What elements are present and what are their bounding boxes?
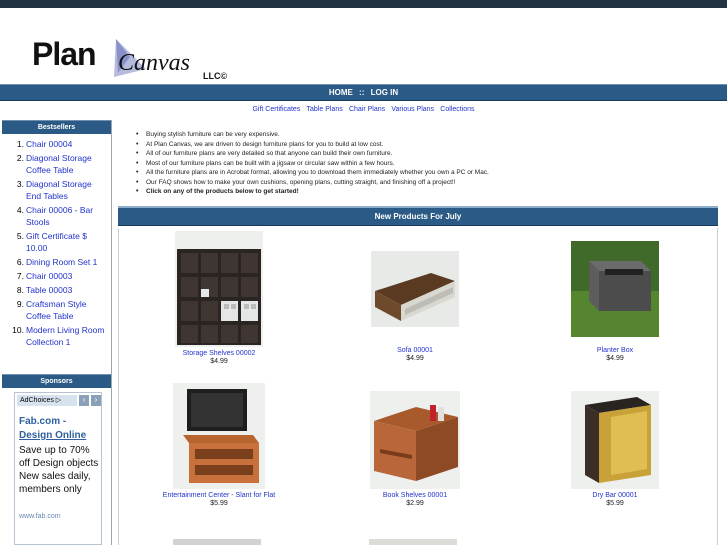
category-table-plans[interactable]: Table Plans: [307, 106, 343, 113]
product-name-link[interactable]: Planter Box: [515, 347, 715, 354]
logo-script[interactable]: Canvas: [118, 50, 190, 77]
product-card[interactable]: Sofa 00001 $4.99: [315, 251, 515, 362]
bestseller-link[interactable]: Dining Room Set 1: [26, 256, 97, 268]
ad-body[interactable]: Save up to 70% off Design objects New sa…: [19, 444, 101, 496]
bestseller-link[interactable]: Chair 00004: [26, 138, 72, 150]
category-various-plans[interactable]: Various Plans: [391, 106, 434, 113]
item-number: 6.: [16, 257, 24, 267]
ad-next-button[interactable]: ›: [91, 395, 101, 406]
product-card[interactable]: Entertainment Center - Slant for Flat $5…: [119, 383, 319, 507]
product-price: $4.99: [406, 355, 424, 362]
category-collections[interactable]: Collections: [440, 106, 474, 113]
nav-home[interactable]: HOME: [329, 88, 353, 97]
list-item: 10. Modern Living Room Collection 1: [4, 324, 109, 348]
nav-separator: ::: [359, 88, 365, 97]
item-number: 8.: [16, 285, 24, 295]
header-logo-area: Plan Canvas LLC©: [0, 8, 727, 84]
bestsellers-heading: Bestsellers: [2, 120, 111, 134]
product-grid: Storage Shelves 00002 $4.99 Sofa 00001 $…: [118, 228, 718, 545]
intro-item: All the furniture plans are in Acrobat f…: [136, 168, 718, 178]
bestseller-link[interactable]: Modern Living Room Collection 1: [26, 324, 109, 348]
list-item: 6. Dining Room Set 1: [4, 256, 109, 268]
product-name-link[interactable]: Book Shelves 00001: [315, 492, 515, 499]
entertainment-center-image[interactable]: [173, 383, 265, 489]
item-number: 7.: [16, 271, 24, 281]
logo-word[interactable]: Plan: [32, 36, 97, 73]
product-card[interactable]: Planter Box $4.99: [515, 241, 715, 362]
main-nav: HOME :: LOG IN: [0, 84, 727, 101]
category-chair-plans[interactable]: Chair Plans: [349, 106, 385, 113]
category-gift-certificates[interactable]: Gift Certificates: [252, 106, 300, 113]
product-name-link[interactable]: Entertainment Center - Slant for Flat: [119, 492, 319, 499]
bestseller-link[interactable]: Craftsman Style Coffee Table: [26, 298, 109, 322]
bestseller-link[interactable]: Gift Certificate $ 10.00: [26, 230, 109, 254]
intro-item: At Plan Canvas, we are driven to design …: [136, 140, 718, 150]
book-shelves-image[interactable]: [370, 391, 460, 489]
logo-llc: LLC©: [203, 71, 228, 81]
product-price: $4.99: [606, 355, 624, 362]
dry-bar-image[interactable]: [571, 391, 659, 489]
ad-url[interactable]: www.fab.com: [19, 513, 61, 520]
intro-item: Most of our furniture plans can be built…: [136, 159, 718, 169]
nav-login[interactable]: LOG IN: [371, 88, 399, 97]
bestseller-link[interactable]: Table 00003: [26, 284, 72, 296]
list-item: 4. Chair 00006 - Bar Stools: [4, 204, 109, 228]
list-item: 1. Chair 00004: [4, 138, 109, 150]
product-card[interactable]: Dry Bar 00001 $5.99: [515, 391, 715, 507]
list-item: 9. Craftsman Style Coffee Table: [4, 298, 109, 322]
bestseller-link[interactable]: Diagonal Storage End Tables: [26, 178, 109, 202]
item-number: 10.: [12, 325, 24, 335]
list-item: 7. Chair 00003: [4, 270, 109, 282]
planter-box-image[interactable]: [571, 241, 659, 337]
product-image-partial[interactable]: [369, 539, 457, 545]
bestseller-link[interactable]: Chair 00006 - Bar Stools: [26, 204, 109, 228]
adchoices-label[interactable]: AdChoices ▷: [17, 395, 77, 406]
product-name-link[interactable]: Dry Bar 00001: [515, 492, 715, 499]
product-name-link[interactable]: Sofa 00001: [315, 347, 515, 354]
product-price: $4.99: [210, 358, 228, 365]
product-card[interactable]: Storage Shelves 00002 $4.99: [119, 231, 319, 365]
product-name-link[interactable]: Storage Shelves 00002: [119, 350, 319, 357]
item-number: 9.: [16, 299, 24, 309]
list-item: 8. Table 00003: [4, 284, 109, 296]
item-number: 5.: [16, 231, 24, 241]
item-number: 4.: [16, 205, 24, 215]
sidebar: Bestsellers 1. Chair 00004 2. Diagonal Sto…: [2, 120, 112, 545]
item-number: 3.: [16, 179, 24, 189]
intro-item-cta: Click on any of the products below to ge…: [136, 187, 718, 197]
ad-prev-button[interactable]: ‹: [79, 395, 89, 406]
category-nav: Gift Certificates Table Plans Chair Plan…: [0, 102, 727, 118]
ad-title-line2[interactable]: Design Online: [19, 429, 101, 443]
product-price: $5.99: [606, 500, 624, 507]
ad-title[interactable]: Fab.com - Design Online: [19, 415, 101, 443]
storage-shelves-image[interactable]: [175, 231, 263, 347]
list-item: 3. Diagonal Storage End Tables: [4, 178, 109, 202]
bestsellers-list: 1. Chair 00004 2. Diagonal Storage Coffee …: [2, 134, 111, 356]
bestseller-link[interactable]: Chair 00003: [26, 270, 72, 282]
product-card[interactable]: Book Shelves 00001 $2.99: [315, 391, 515, 507]
intro-item: All of our furniture plans are very deta…: [136, 149, 718, 159]
product-price: $5.99: [210, 500, 228, 507]
ad-title-line1[interactable]: Fab.com -: [19, 415, 101, 429]
list-item: 2. Diagonal Storage Coffee Table: [4, 152, 109, 176]
main-content: Buying stylish furniture can be very exp…: [118, 120, 718, 545]
intro-item: Buying stylish furniture can be very exp…: [136, 130, 718, 140]
new-products-heading: New Products For July: [118, 206, 718, 226]
item-number: 1.: [16, 139, 24, 149]
bestseller-link[interactable]: Diagonal Storage Coffee Table: [26, 152, 109, 176]
sponsor-ad[interactable]: AdChoices ▷ ‹ › Fab.com - Design Online …: [14, 392, 102, 545]
list-item: 5. Gift Certificate $ 10.00: [4, 230, 109, 254]
product-image-partial[interactable]: [173, 539, 261, 545]
item-number: 2.: [16, 153, 24, 163]
product-price: $2.99: [406, 500, 424, 507]
intro-list: Buying stylish furniture can be very exp…: [118, 120, 718, 197]
sofa-image[interactable]: [371, 251, 459, 327]
intro-item: Our FAQ shows how to make your own cushi…: [136, 178, 718, 188]
sponsors-heading: Sponsors: [2, 374, 111, 388]
top-strip: [0, 0, 727, 8]
